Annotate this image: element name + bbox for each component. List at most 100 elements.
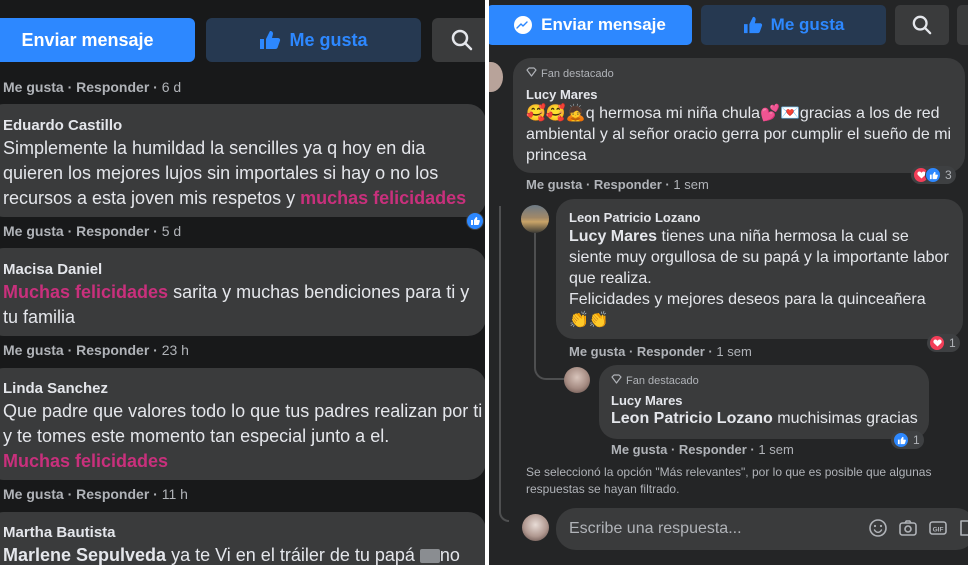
like-link[interactable]: Me gusta	[3, 223, 64, 239]
comment-mention[interactable]: Lucy Mares	[569, 228, 657, 245]
reaction-summary[interactable]: 1	[891, 431, 924, 449]
comment-meta: Me gusta · Responder · 1 sem	[526, 177, 709, 192]
comment-author[interactable]: Lucy Mares	[526, 87, 965, 102]
comment-author[interactable]: Macisa Daniel	[3, 261, 486, 278]
reply-link[interactable]: Responder	[679, 442, 747, 457]
comment-bubble: Eduardo Castillo Simplemente la humildad…	[0, 104, 486, 217]
fan-badge: Fan destacado	[611, 374, 929, 387]
comment-text: 🥰🥰🙇q hermosa mi niña chula💕💌gracias a lo…	[526, 103, 956, 166]
reply-bubble: Fan destacado Lucy Mares Leon Patricio L…	[599, 365, 929, 439]
comment-text: Muchas felicidades sarita y muchas bendi…	[3, 280, 487, 330]
comment-time[interactable]: 1 sem	[716, 344, 751, 359]
comment-bubble: Linda Sanchez Que padre que valores todo…	[0, 368, 486, 480]
like-link[interactable]: Me gusta	[3, 342, 64, 358]
fan-badge-label: Fan destacado	[626, 374, 699, 387]
reply-link[interactable]: Responder	[76, 223, 149, 239]
comment-meta: Me gusta · Responder · 6 d	[3, 79, 182, 95]
like-link[interactable]: Me gusta	[3, 79, 64, 95]
fan-badge-label: Fan destacado	[541, 67, 614, 80]
emoji: 💕💌	[760, 105, 800, 122]
reaction-summary[interactable]: 1	[927, 334, 960, 352]
like-reaction-icon	[893, 432, 909, 448]
comment-text-main: muchisimas gracias	[772, 410, 918, 427]
reaction-count: 1	[949, 336, 956, 350]
gif-icon[interactable]: GIF	[928, 518, 948, 543]
comment-author[interactable]: Leon Patricio Lozano	[569, 210, 963, 225]
like-link[interactable]: Me gusta	[611, 442, 667, 457]
comment-time[interactable]: 11 h	[162, 486, 188, 502]
comment-bubble: Macisa Daniel Muchas felicidades sarita …	[0, 248, 486, 336]
reply-link[interactable]: Responder	[76, 79, 149, 95]
reply-bubble: Leon Patricio Lozano Lucy Mares tienes u…	[556, 199, 963, 339]
reply-link[interactable]: Responder	[637, 344, 705, 359]
like-page-label: Me gusta	[289, 29, 368, 50]
camera-icon[interactable]	[898, 518, 918, 543]
comment-time[interactable]: 6 d	[162, 79, 181, 95]
more-button[interactable]	[957, 5, 968, 45]
send-message-label: Enviar mensaje	[21, 29, 154, 50]
like-page-button[interactable]: Me gusta	[206, 18, 421, 62]
reply-link[interactable]: Responder	[594, 177, 662, 192]
like-page-button[interactable]: Me gusta	[701, 5, 886, 45]
love-reaction-icon	[929, 335, 945, 351]
comment-meta: Me gusta · Responder · 5 d	[3, 223, 182, 239]
comment-time[interactable]: 5 d	[162, 223, 181, 239]
like-link[interactable]: Me gusta	[3, 486, 64, 502]
avatar[interactable]	[564, 367, 590, 393]
filter-notice: Se seleccionó la opción "Más relevantes"…	[526, 465, 932, 496]
comment-author[interactable]: Linda Sanchez	[3, 380, 486, 397]
comment-mention[interactable]: Leon Patricio Lozano	[611, 410, 773, 427]
comment-text: Marlene Sepulveda ya te Vi en el tráiler…	[3, 543, 483, 565]
comment-meta: Me gusta · Responder · 1 sem	[569, 344, 752, 359]
reply-link[interactable]: Responder	[76, 486, 149, 502]
comment-author[interactable]: Eduardo Castillo	[3, 117, 486, 134]
avatar[interactable]	[521, 205, 549, 233]
left-comments-panel: Enviar mensaje Me gusta Me gusta · Respo…	[0, 0, 487, 565]
send-message-label: Enviar mensaje	[541, 15, 666, 34]
avatar	[522, 514, 549, 541]
reply-link[interactable]: Responder	[76, 342, 149, 358]
diamond-icon	[611, 374, 622, 387]
reply-tools: GIF	[868, 518, 968, 543]
emoji: 🥰🥰🙇	[526, 105, 586, 122]
comment-meta: Me gusta · Responder · 23 h	[3, 342, 189, 358]
right-comments-panel: Enviar mensaje Me gusta Fan destacado Lu…	[487, 0, 968, 565]
comment-text: Simplemente la humildad la sencilles ya …	[3, 136, 487, 211]
comment-bubble: Fan destacado Lucy Mares 🥰🥰🙇q hermosa mi…	[513, 58, 965, 173]
panel-divider	[485, 0, 489, 565]
clap-emoji: 👏👏	[569, 312, 609, 329]
comment-time[interactable]: 1 sem	[673, 177, 708, 192]
thumbs-up-icon	[743, 16, 763, 34]
send-message-button[interactable]: Enviar mensaje	[487, 5, 692, 45]
search-icon	[451, 29, 473, 51]
comment-text: Que padre que valores todo lo que tus pa…	[3, 399, 487, 474]
comment-text-trail: no	[439, 545, 460, 565]
search-button[interactable]	[432, 18, 487, 62]
svg-text:GIF: GIF	[933, 526, 944, 533]
search-icon	[912, 15, 932, 35]
comment-text: Lucy Mares tienes una niña hermosa la cu…	[569, 226, 949, 331]
comment-text: Leon Patricio Lozano muchisimas gracias	[611, 408, 929, 429]
sticker-icon[interactable]	[958, 518, 968, 543]
comment-author[interactable]: Martha Bautista	[3, 524, 486, 541]
like-reaction-icon	[925, 167, 941, 183]
comment-meta: Me gusta · Responder · 11 h	[3, 486, 188, 502]
comment-text-main: q hermosa mi niña chula	[585, 105, 761, 122]
diamond-icon	[526, 67, 537, 80]
like-link[interactable]: Me gusta	[569, 344, 625, 359]
avatar[interactable]	[487, 62, 503, 92]
comment-author[interactable]: Lucy Mares	[611, 393, 929, 408]
search-button[interactable]	[895, 5, 949, 45]
comment-time[interactable]: 23 h	[162, 342, 189, 358]
reply-input-placeholder: Escribe una respuesta...	[569, 520, 742, 537]
send-message-button[interactable]: Enviar mensaje	[0, 18, 195, 62]
like-reaction-icon	[466, 212, 484, 230]
comment-time[interactable]: 1 sem	[758, 442, 793, 457]
emoji-icon[interactable]	[868, 518, 888, 543]
like-page-label: Me gusta	[770, 15, 845, 34]
comment-mention[interactable]: Marlene Sepulveda	[3, 545, 166, 565]
comment-bubble: Martha Bautista Marlene Sepulveda ya te …	[0, 512, 486, 565]
like-link[interactable]: Me gusta	[526, 177, 582, 192]
reaction-summary[interactable]: 3	[911, 166, 956, 184]
reaction-count: 3	[945, 168, 952, 182]
